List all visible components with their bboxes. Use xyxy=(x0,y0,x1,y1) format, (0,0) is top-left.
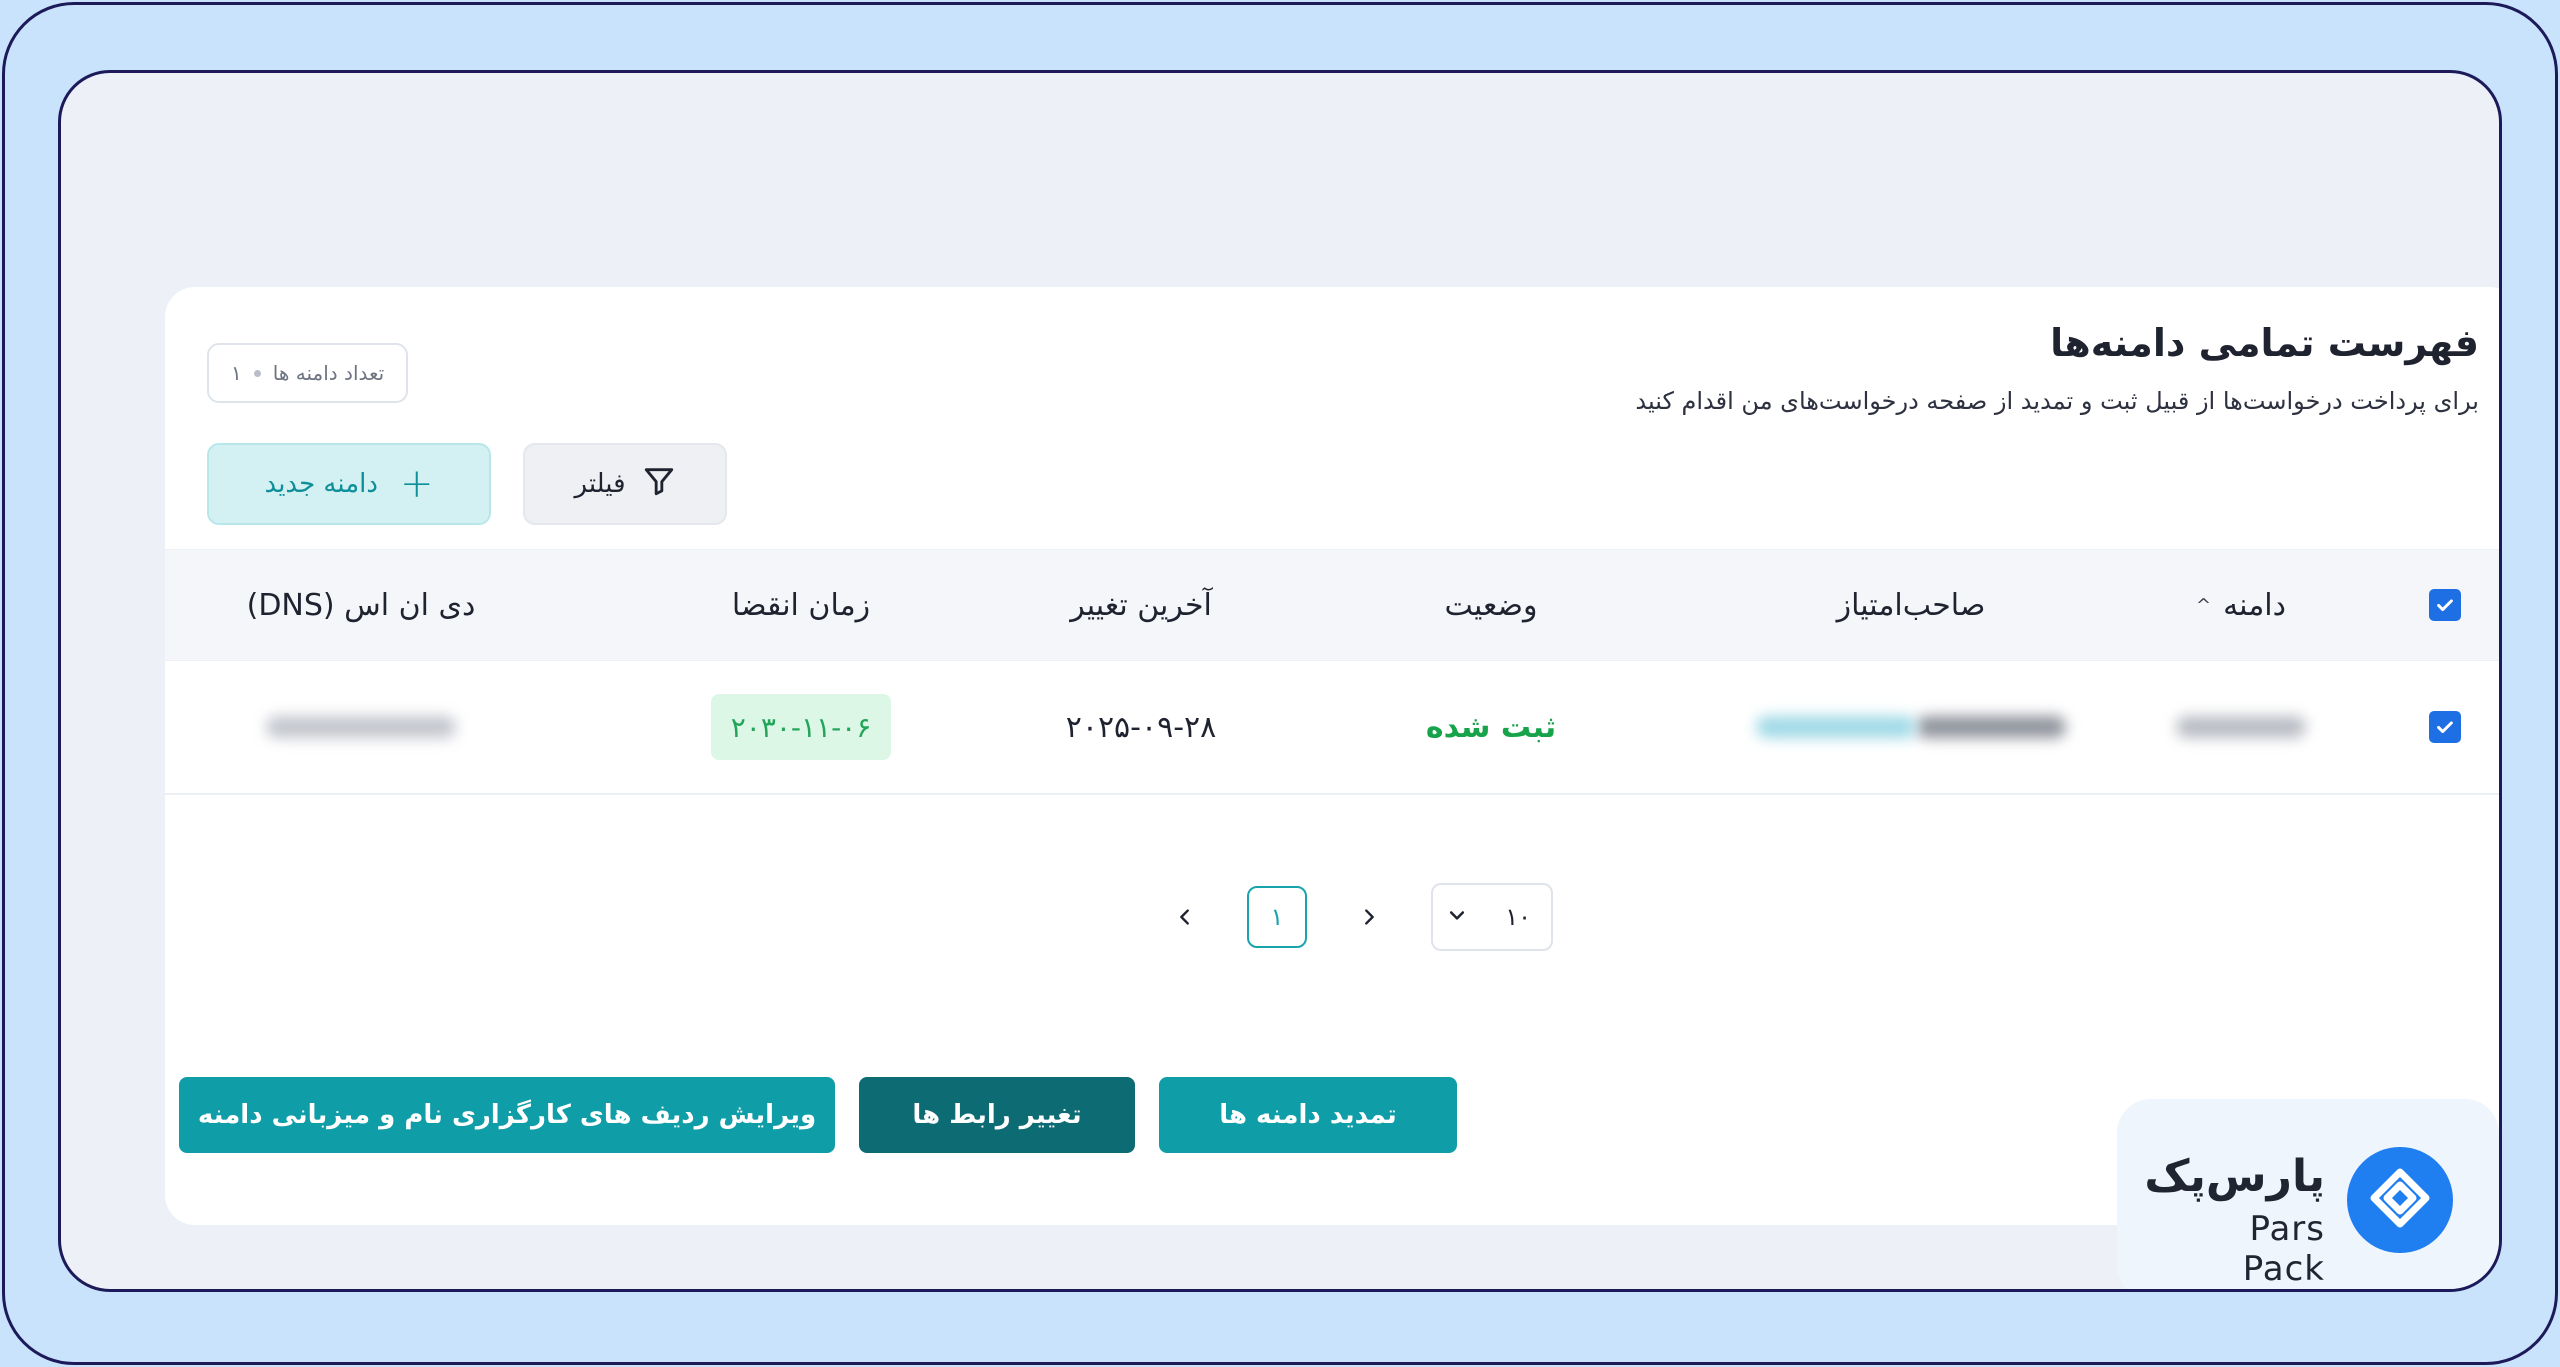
select-all-cell xyxy=(2395,550,2495,660)
logo-text-fa: پارس‌پک xyxy=(2144,1151,2325,1202)
change-contacts-button[interactable]: تغییر رابط ها xyxy=(859,1077,1135,1153)
row-last-change: ۲۰۲۵-۰۹-۲۸ xyxy=(1065,709,1217,745)
domain-count-value: ۱ xyxy=(231,361,242,385)
row-owner-redacted xyxy=(1711,661,2111,793)
column-header-owner: صاحب‌امتیاز xyxy=(1836,587,1986,623)
pagination: ۱ ۱۰ xyxy=(1165,883,1553,951)
edit-dns-records-button[interactable]: ویرایش ردیف های کارگزاری نام و میزبانی د… xyxy=(179,1077,835,1153)
filter-icon xyxy=(642,464,676,505)
renew-domains-button[interactable]: تمدید دامنه ها xyxy=(1159,1077,1457,1153)
sort-asc-icon[interactable]: ^ xyxy=(2196,595,2211,616)
row-expiry-badge: ۲۰۳۰-۱۱-۰۶ xyxy=(710,694,892,760)
column-header-dns: دی ان اس (DNS) xyxy=(246,587,476,623)
filter-button-label: فیلتر xyxy=(574,469,626,499)
dot-separator-icon xyxy=(253,369,261,377)
screenshot-frame: فهرست تمامی دامنه‌ها برای پرداخت درخواست… xyxy=(58,70,2502,1292)
row-select-checkbox[interactable] xyxy=(2429,711,2461,743)
column-header-domain-label: دامنه xyxy=(2223,587,2286,623)
select-all-checkbox[interactable] xyxy=(2429,589,2461,621)
page-number-button[interactable]: ۱ xyxy=(1247,886,1307,948)
table-row[interactable]: ثبت شده ۲۰۲۵-۰۹-۲۸ ۲۰۳۰-۱۱-۰۶ xyxy=(165,661,2499,795)
previous-page-icon[interactable] xyxy=(1165,897,1205,937)
column-header-status: وضعیت xyxy=(1444,587,1538,623)
page-size-value: ۱۰ xyxy=(1505,903,1531,931)
table-header: دامنه ^ صاحب‌امتیاز وضعیت آخرین تغییر زم… xyxy=(165,549,2499,661)
parspack-logo: پارس‌پک Pars Pack xyxy=(2117,1099,2499,1289)
next-page-icon[interactable] xyxy=(1349,897,1389,937)
column-header-last-change: آخرین تغییر xyxy=(1070,587,1212,623)
chevron-down-icon xyxy=(1447,903,1467,931)
column-header-expiry: زمان انقضا xyxy=(731,587,871,623)
page-title: فهرست تمامی دامنه‌ها xyxy=(2050,321,2479,365)
column-header-domain[interactable]: دامنه ^ xyxy=(2121,550,2361,660)
row-dns-redacted xyxy=(211,661,511,793)
domain-count-label: تعداد دامنه ها xyxy=(272,361,385,385)
row-domain-redacted[interactable] xyxy=(2121,661,2361,793)
row-expiry-cell: ۲۰۳۰-۱۱-۰۶ xyxy=(651,661,951,793)
new-domain-button[interactable]: + دامنه جدید xyxy=(207,443,491,525)
domain-count-badge: تعداد دامنه ها ۱ xyxy=(207,343,409,403)
plus-icon: + xyxy=(399,461,434,507)
row-select-cell xyxy=(2395,661,2495,793)
parspack-logo-icon xyxy=(2347,1147,2453,1253)
domain-list-card: فهرست تمامی دامنه‌ها برای پرداخت درخواست… xyxy=(165,287,2499,1225)
filter-button[interactable]: فیلتر xyxy=(523,443,727,525)
new-domain-button-label: دامنه جدید xyxy=(264,469,378,499)
page-size-select[interactable]: ۱۰ xyxy=(1431,883,1553,951)
page-subtitle: برای پرداخت درخواست‌ها از قبیل ثبت و تمد… xyxy=(1635,387,2479,415)
row-status: ثبت شده xyxy=(1425,709,1557,745)
logo-text-en: Pars Pack xyxy=(2242,1209,2325,1289)
